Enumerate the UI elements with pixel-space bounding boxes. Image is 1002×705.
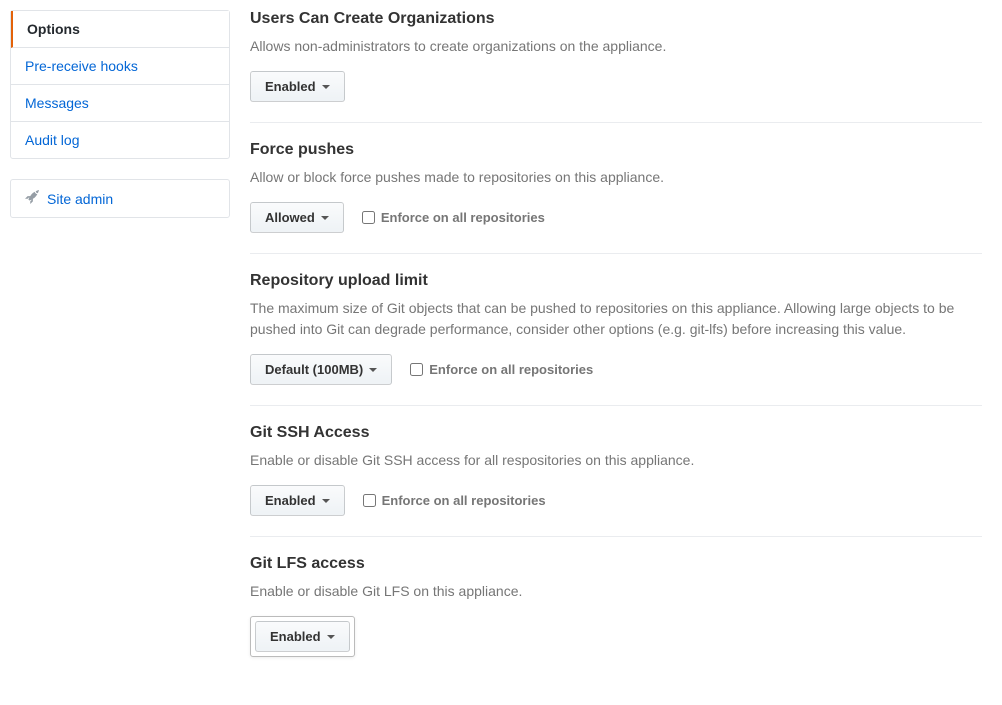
force-pushes-dropdown[interactable]: Allowed: [250, 202, 344, 233]
section-title: Git LFS access: [250, 555, 982, 573]
section-users-create-orgs: Users Can Create Organizations Allows no…: [250, 10, 982, 123]
dropdown-label: Enabled: [270, 629, 321, 644]
enforce-checkbox[interactable]: [362, 211, 375, 224]
section-description: Enable or disable Git SSH access for all…: [250, 450, 982, 471]
section-description: Enable or disable Git LFS on this applia…: [250, 581, 982, 602]
sidebar: Options Pre-receive hooks Messages Audit…: [10, 10, 230, 695]
section-title: Repository upload limit: [250, 272, 982, 290]
dropdown-label: Default (100MB): [265, 362, 363, 377]
section-title: Force pushes: [250, 141, 982, 159]
section-description: Allow or block force pushes made to repo…: [250, 167, 982, 188]
site-admin-link-box[interactable]: Site admin: [10, 179, 230, 218]
upload-limit-dropdown[interactable]: Default (100MB): [250, 354, 392, 385]
section-force-pushes: Force pushes Allow or block force pushes…: [250, 141, 982, 254]
lfs-highlighted-wrapper: Enabled: [250, 616, 355, 657]
site-admin-link[interactable]: Site admin: [47, 191, 113, 207]
caret-down-icon: [369, 368, 377, 372]
enforce-checkbox-group[interactable]: Enforce on all repositories: [410, 362, 593, 377]
caret-down-icon: [321, 216, 329, 220]
dropdown-label: Enabled: [265, 79, 316, 94]
section-description: The maximum size of Git objects that can…: [250, 298, 982, 340]
dropdown-label: Enabled: [265, 493, 316, 508]
sidebar-item-messages[interactable]: Messages: [11, 85, 229, 122]
enforce-label: Enforce on all repositories: [382, 493, 546, 508]
sidebar-item-options[interactable]: Options: [11, 11, 229, 48]
sidebar-item-audit-log[interactable]: Audit log: [11, 122, 229, 158]
section-description: Allows non-administrators to create orga…: [250, 36, 982, 57]
caret-down-icon: [327, 635, 335, 639]
sidebar-item-pre-receive-hooks[interactable]: Pre-receive hooks: [11, 48, 229, 85]
ssh-access-dropdown[interactable]: Enabled: [250, 485, 345, 516]
caret-down-icon: [322, 85, 330, 89]
lfs-access-dropdown[interactable]: Enabled: [255, 621, 350, 652]
dropdown-label: Allowed: [265, 210, 315, 225]
enforce-label: Enforce on all repositories: [381, 210, 545, 225]
orgs-enabled-dropdown[interactable]: Enabled: [250, 71, 345, 102]
enforce-checkbox-group[interactable]: Enforce on all repositories: [362, 210, 545, 225]
enforce-label: Enforce on all repositories: [429, 362, 593, 377]
section-git-lfs-access: Git LFS access Enable or disable Git LFS…: [250, 555, 982, 677]
main-content: Users Can Create Organizations Allows no…: [250, 10, 992, 695]
enforce-checkbox[interactable]: [410, 363, 423, 376]
caret-down-icon: [322, 499, 330, 503]
rocket-icon: [25, 190, 39, 207]
section-repo-upload-limit: Repository upload limit The maximum size…: [250, 272, 982, 406]
section-title: Users Can Create Organizations: [250, 10, 982, 28]
enforce-checkbox[interactable]: [363, 494, 376, 507]
section-title: Git SSH Access: [250, 424, 982, 442]
settings-menu: Options Pre-receive hooks Messages Audit…: [10, 10, 230, 159]
enforce-checkbox-group[interactable]: Enforce on all repositories: [363, 493, 546, 508]
section-git-ssh-access: Git SSH Access Enable or disable Git SSH…: [250, 424, 982, 537]
